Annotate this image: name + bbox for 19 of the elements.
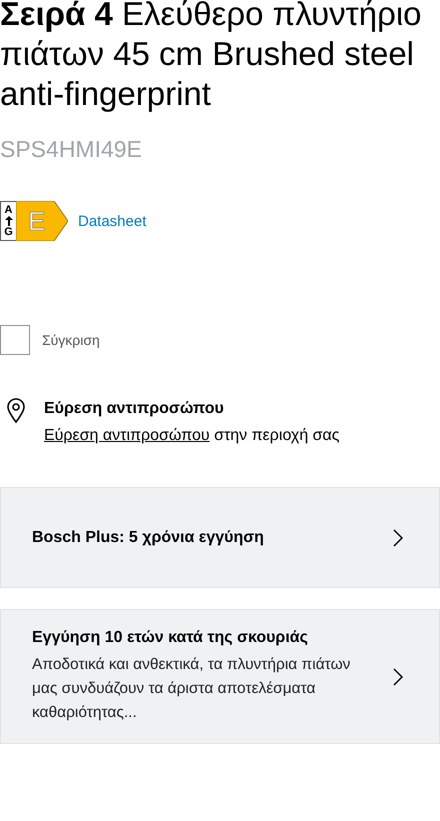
chevron-right-icon — [393, 668, 403, 686]
compare-label: Σύγκριση — [42, 332, 100, 348]
compare-checkbox[interactable] — [0, 325, 30, 355]
info-card[interactable]: Εγγύηση 10 ετών κατά της σκουριάς Αποδοτικά και ανθεκτικά, τα πλυντήρια πιάτων μας συνδυάζουν τα άριστα αποτελέσματα καθαριότητας... — [0, 609, 440, 744]
card-title: Bosch Plus: 5 χρόνια εγγύηση — [32, 528, 264, 546]
chevron-right-icon — [393, 528, 403, 546]
model-number: SPS4HMI49E — [0, 136, 143, 163]
dealer-heading: Εύρεση αντιπροσώπου — [44, 399, 225, 419]
card-title: Εγγύηση 10 ετών κατά της σκουριάς — [32, 628, 309, 646]
arrow-up-icon — [4, 216, 12, 226]
energy-class: E — [28, 207, 46, 235]
dealer-text: Εύρεση αντιπροσώπου στην περιοχή σας — [44, 426, 340, 446]
dealer-link[interactable]: Εύρεση αντιπροσώπου — [44, 427, 210, 444]
datasheet-link[interactable]: Datasheet — [78, 212, 146, 230]
energy-scale: A G — [0, 201, 16, 241]
product-title: Σειρά 4 Ελεύθερο πλυντήριο πιάτων 45 cm Brushed steel anti-fingerprint — [0, 0, 423, 114]
info-card[interactable]: Bosch Plus: 5 χρόνια εγγύηση — [0, 487, 440, 588]
location-pin-icon — [6, 398, 26, 424]
card-description: Αποδοτικά και ανθεκτικά, τα πλυντήρια πιάτων μας συνδυάζουν τα άριστα αποτελέσματα καθαριότητας... — [32, 654, 352, 722]
